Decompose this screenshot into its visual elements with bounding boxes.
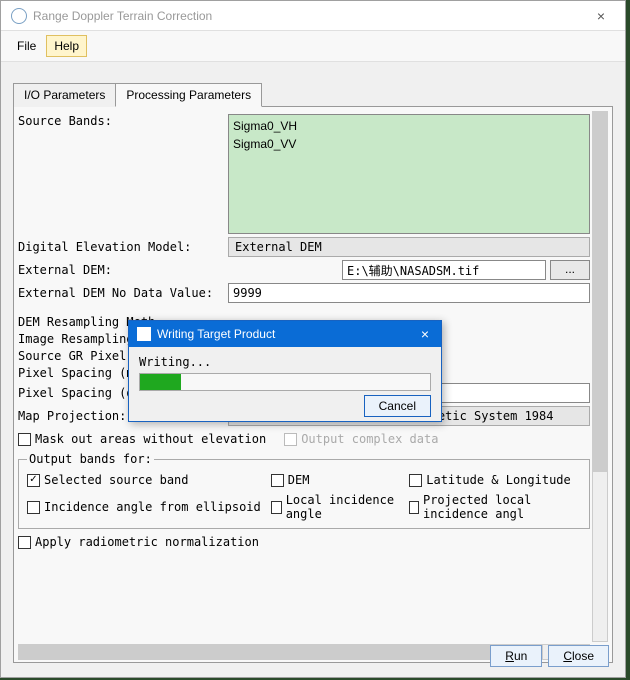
local-incidence-checkbox[interactable]: Local incidence angle [271, 493, 410, 521]
progress-close-button[interactable]: × [417, 326, 433, 342]
external-dem-label: External DEM: [18, 263, 228, 277]
source-band-item[interactable]: Sigma0_VV [233, 135, 585, 153]
tab-io-parameters[interactable]: I/O Parameters [13, 83, 116, 107]
checkbox-icon [271, 474, 284, 487]
run-button[interactable]: Run [490, 645, 542, 667]
dem-label: Digital Elevation Model: [18, 240, 228, 254]
checkbox-icon [284, 433, 297, 446]
progress-app-icon [137, 327, 151, 341]
apply-radiometric-label: Apply radiometric normalization [35, 535, 259, 549]
checkbox-icon [18, 433, 31, 446]
selected-source-band-checkbox[interactable]: ✓ Selected source band [27, 473, 271, 487]
checkbox-icon [27, 501, 40, 514]
apply-radiometric-checkbox[interactable]: Apply radiometric normalization [18, 535, 259, 549]
scrollbar-thumb[interactable] [593, 112, 607, 472]
progress-bar-fill [140, 374, 181, 390]
window-title: Range Doppler Terrain Correction [33, 9, 581, 23]
tab-row: I/O Parameters Processing Parameters [13, 82, 613, 107]
window-close-button[interactable]: × [581, 8, 621, 24]
source-bands-label: Source Bands: [18, 114, 228, 128]
progress-dialog: Writing Target Product × Writing... Canc… [128, 320, 442, 422]
local-incidence-label: Local incidence angle [286, 493, 410, 521]
progress-cancel-button[interactable]: Cancel [364, 395, 431, 417]
external-dem-nodata-label: External DEM No Data Value: [18, 286, 228, 300]
menu-file[interactable]: File [9, 35, 44, 57]
checkbox-icon [271, 501, 282, 514]
projected-local-incidence-checkbox[interactable]: Projected local incidence angl [409, 493, 575, 521]
menu-help[interactable]: Help [46, 35, 87, 57]
source-bands-list[interactable]: Sigma0_VH Sigma0_VV [228, 114, 590, 234]
dem-output-checkbox[interactable]: DEM [271, 473, 410, 487]
output-bands-group: Output bands for: ✓ Selected source band… [18, 452, 590, 529]
incidence-ellipsoid-label: Incidence angle from ellipsoid [44, 500, 261, 514]
output-complex-label: Output complex data [301, 432, 438, 446]
projected-local-incidence-label: Projected local incidence angl [423, 493, 575, 521]
checkbox-icon [409, 474, 422, 487]
app-icon [11, 8, 27, 24]
latlon-label: Latitude & Longitude [426, 473, 571, 487]
progress-title: Writing Target Product [157, 327, 417, 341]
dialog-buttons: Run Close [490, 645, 609, 667]
selected-source-band-label: Selected source band [44, 473, 189, 487]
external-dem-nodata-input[interactable] [228, 283, 590, 303]
checkbox-icon [18, 536, 31, 549]
mask-no-elevation-label: Mask out areas without elevation [35, 432, 266, 446]
scrollbar-thumb[interactable] [19, 645, 543, 659]
progress-bar [139, 373, 431, 391]
checkbox-icon [409, 501, 419, 514]
external-dem-input[interactable] [342, 260, 546, 280]
close-button[interactable]: Close [548, 645, 609, 667]
menubar: File Help [1, 31, 625, 62]
vertical-scrollbar[interactable] [592, 111, 608, 642]
progress-titlebar: Writing Target Product × [129, 321, 441, 347]
mask-no-elevation-checkbox[interactable]: Mask out areas without elevation [18, 432, 266, 446]
tab-processing-parameters[interactable]: Processing Parameters [115, 83, 262, 107]
output-bands-legend: Output bands for: [27, 452, 154, 466]
dem-select[interactable]: External DEM [228, 237, 590, 257]
titlebar: Range Doppler Terrain Correction × [1, 1, 625, 31]
progress-status-text: Writing... [139, 355, 431, 369]
incidence-ellipsoid-checkbox[interactable]: Incidence angle from ellipsoid [27, 493, 271, 521]
source-band-item[interactable]: Sigma0_VH [233, 117, 585, 135]
external-dem-browse-button[interactable]: ... [550, 260, 590, 280]
latlon-checkbox[interactable]: Latitude & Longitude [409, 473, 575, 487]
dem-output-label: DEM [288, 473, 310, 487]
output-complex-checkbox: Output complex data [284, 432, 438, 446]
checkbox-icon: ✓ [27, 474, 40, 487]
